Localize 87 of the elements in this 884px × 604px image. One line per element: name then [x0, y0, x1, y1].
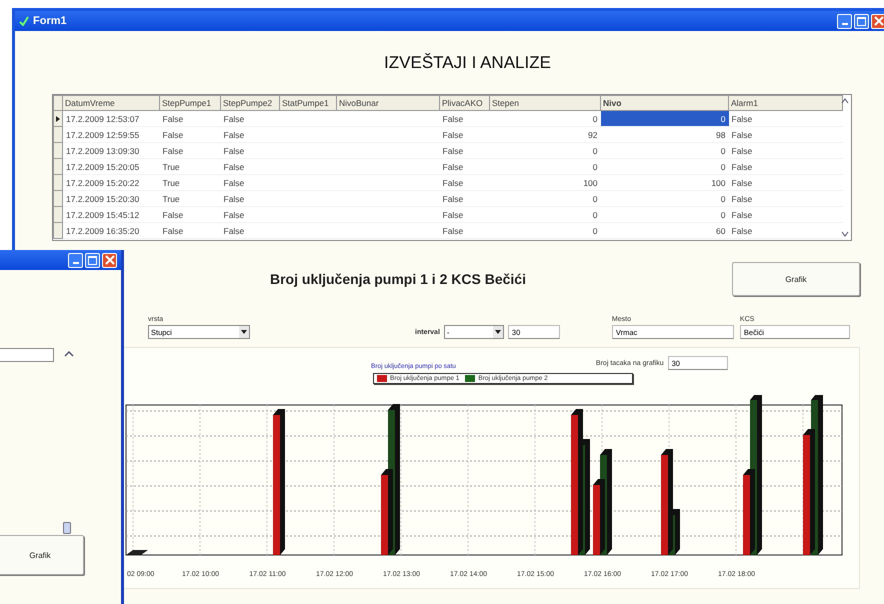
table-cell: 0: [490, 190, 600, 206]
bar: [126, 550, 148, 555]
table-cell: 0: [600, 190, 728, 206]
scroll-up-icon[interactable]: [841, 97, 849, 105]
table-cell: 100: [490, 174, 600, 190]
table-cell: False: [440, 190, 490, 206]
table-cell: 0: [490, 206, 600, 222]
table-cell: 17.2.2009 12:53:07: [62, 110, 160, 126]
page-heading: IZVEŠTAJI I ANALIZE: [383, 53, 552, 73]
table-cell: False: [160, 222, 220, 238]
table-cell: 0: [600, 158, 728, 174]
table-cell: False: [160, 110, 220, 126]
dropdown-arrow-icon: [494, 330, 501, 334]
table-cell: False: [728, 126, 842, 142]
column-header[interactable]: NivoBunar: [336, 96, 440, 110]
table-cell: True: [160, 174, 220, 190]
table-cell: False: [440, 174, 490, 190]
table-cell: False: [728, 110, 842, 126]
table-cell: False: [728, 174, 842, 190]
table-cell: False: [440, 222, 490, 238]
table-cell: False: [160, 206, 220, 222]
table-cell: 60: [600, 222, 728, 238]
column-header[interactable]: Nivo: [600, 96, 728, 110]
table-cell: 17.2.2009 15:20:30: [62, 190, 160, 206]
table-cell: False: [440, 158, 490, 174]
maximize-button[interactable]: [85, 252, 100, 268]
graph-button[interactable]: Grafik: [732, 262, 860, 296]
table-cell: True: [160, 158, 220, 174]
table-cell: False: [220, 110, 280, 126]
table-cell: 98: [600, 126, 728, 142]
table-cell: False: [440, 206, 490, 222]
table-cell: False: [728, 158, 842, 174]
table-cell: 0: [490, 158, 600, 174]
maximize-button[interactable]: [854, 14, 869, 28]
table-cell: 0: [600, 206, 728, 222]
table-cell: 17.2.2009 12:59:55: [62, 126, 160, 142]
table-cell: False: [220, 126, 280, 142]
graph-button[interactable]: Grafik: [0, 535, 84, 575]
table-cell: False: [220, 222, 280, 238]
table-cell: False: [728, 222, 842, 238]
close-button[interactable]: [102, 252, 117, 268]
table-cell: 17.2.2009 15:20:05: [62, 158, 160, 174]
column-header[interactable]: PlivacAKO: [440, 96, 490, 110]
chevron-up-icon[interactable]: [64, 350, 74, 358]
input-field[interactable]: [0, 348, 54, 362]
app-icon: [19, 16, 29, 26]
report-title: Broj uključenja pumpi 1 i 2 KCS Bečići: [270, 271, 527, 287]
column-header[interactable]: DatumVreme: [62, 96, 160, 110]
table-cell: 17.2.2009 16:35:20: [62, 222, 160, 238]
scroll-down-icon[interactable]: [841, 230, 849, 238]
table-cell: 0: [600, 142, 728, 158]
table-cell: False: [728, 190, 842, 206]
table-cell: False: [220, 174, 280, 190]
table-cell: 0: [490, 222, 600, 238]
table-cell: 100: [600, 174, 728, 190]
table-cell: False: [728, 142, 842, 158]
column-header[interactable]: StepPumpe2: [220, 96, 280, 110]
table-cell: True: [160, 190, 220, 206]
table-cell: False: [220, 190, 280, 206]
table-cell: 0: [490, 142, 600, 158]
table-cell: False: [728, 206, 842, 222]
table-cell: False: [220, 206, 280, 222]
table-cell: False: [440, 110, 490, 126]
table-cell: False: [220, 158, 280, 174]
table-cell: 92: [490, 126, 600, 142]
minimize-button[interactable]: [68, 252, 83, 268]
table-cell: False: [160, 142, 220, 158]
table-cell: 17.2.2009 13:09:30: [62, 142, 160, 158]
column-header[interactable]: Alarm1: [728, 96, 842, 110]
table-cell: False: [440, 142, 490, 158]
scroll-thumb-icon[interactable]: [63, 522, 71, 534]
table-cell: 17.2.2009 15:45:12: [62, 206, 160, 222]
table-cell: False: [160, 126, 220, 142]
column-header[interactable]: StepPumpe1: [160, 96, 220, 110]
minimize-button[interactable]: [837, 14, 852, 28]
window-title: Form1: [33, 15, 68, 27]
row-indicator[interactable]: [54, 110, 62, 126]
column-header[interactable]: Stepen: [490, 96, 600, 110]
table-cell: 0: [600, 110, 728, 126]
column-header[interactable]: StatPumpe1: [280, 96, 336, 110]
table-cell: 0: [490, 110, 600, 126]
close-button[interactable]: [871, 14, 884, 28]
header-corner: [54, 96, 62, 110]
dropdown-arrow-icon: [241, 330, 247, 334]
table-cell: False: [220, 142, 280, 158]
table-cell: 17.2.2009 15:20:22: [62, 174, 160, 190]
table-cell: False: [440, 126, 490, 142]
